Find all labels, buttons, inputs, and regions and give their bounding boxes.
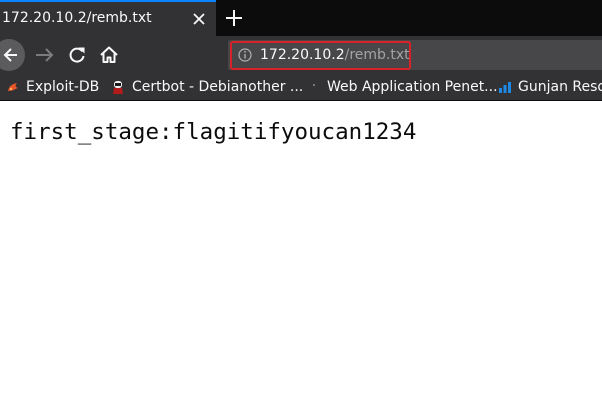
- bookmark-label: Gunjan Reso: [518, 79, 602, 95]
- tab-active[interactable]: 172.20.10.2/remb.txt: [0, 0, 216, 36]
- bookmark-label: Exploit-DB: [26, 79, 100, 95]
- page-content: first_stage:flagitifyoucan1234: [0, 101, 602, 400]
- plus-icon[interactable]: [222, 6, 246, 30]
- bookmarks-toolbar: Exploit-DB Certbot - Debianother ... Web…: [0, 74, 602, 101]
- browser-window: 172.20.10.2/remb.txt 172.20.10.2/remb.tx…: [0, 0, 602, 400]
- tab-title: 172.20.10.2/remb.txt: [2, 10, 152, 26]
- bookmark-exploit-db[interactable]: Exploit-DB: [6, 78, 106, 96]
- tab-strip: 172.20.10.2/remb.txt: [0, 0, 602, 36]
- exploit-db-icon: [8, 83, 18, 91]
- web-app-icon: [313, 84, 315, 86]
- url-highlight-box: [230, 41, 411, 70]
- back-arrow-icon: [3, 48, 17, 62]
- bookmark-label: Web Application Penet...: [327, 79, 498, 95]
- home-icon[interactable]: [97, 43, 121, 67]
- bookmark-certbot[interactable]: Certbot - Debianother ...: [111, 78, 304, 96]
- bookmark-web-app[interactable]: Web Application Penet...: [307, 78, 498, 96]
- page-text: first_stage:flagitifyoucan1234: [10, 119, 417, 145]
- forward-arrow-icon[interactable]: [33, 44, 55, 66]
- back-button[interactable]: [0, 39, 25, 71]
- certbot-icon: [113, 81, 123, 94]
- bookmark-gunjan[interactable]: Gunjan Reso: [498, 78, 602, 96]
- close-icon[interactable]: [188, 9, 210, 29]
- bar-chart-icon: [499, 82, 511, 93]
- bookmark-label: Certbot - Debianother ...: [132, 79, 304, 95]
- reload-icon[interactable]: [66, 44, 88, 66]
